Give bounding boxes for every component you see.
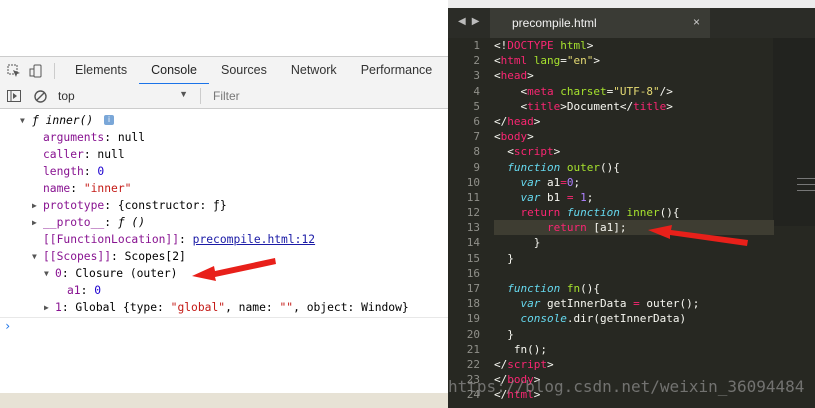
annotation-arrows: [192, 225, 748, 281]
arrow-return-line: [648, 225, 748, 246]
arrow-closure: [192, 258, 276, 281]
